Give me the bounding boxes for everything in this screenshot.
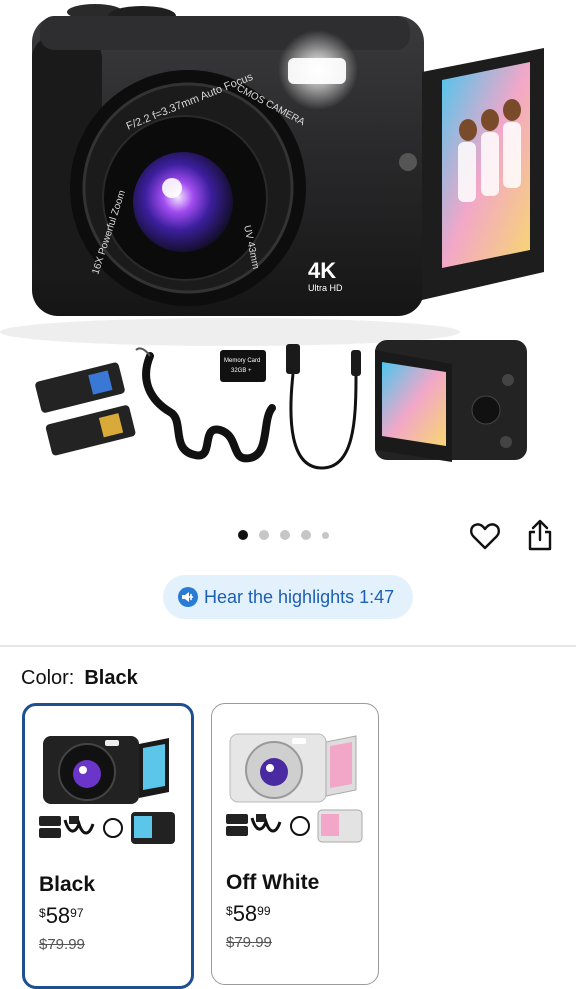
share-icon (528, 519, 552, 551)
hear-highlights-button[interactable]: Hear the highlights 1:47 (163, 575, 413, 619)
memory-card-label: Memory Card (224, 358, 260, 364)
color-option-black[interactable]: Black $5897 $79.99 (22, 703, 194, 989)
heart-icon (470, 523, 500, 550)
hear-highlights-label: Hear the highlights 1:47 (204, 586, 395, 607)
currency-symbol: $ (39, 906, 46, 920)
4k-badge: 4K (308, 258, 336, 283)
price-whole: 58 (45, 903, 71, 928)
product-image[interactable]: F/2.2 f=3.37mm Auto Focus 16X Powerful Z… (0, 0, 576, 505)
selected-color-value: Black (84, 667, 138, 689)
carousel-dot-4[interactable] (301, 530, 311, 540)
carousel-dot-3[interactable] (280, 530, 290, 540)
color-option-name: Off White (226, 871, 320, 894)
price-whole: 58 (232, 901, 258, 926)
color-option-off-white[interactable]: Off White $5899 $79.99 (211, 703, 379, 985)
list-price: $79.99 (39, 936, 85, 953)
speaker-icon (178, 587, 198, 607)
color-label: Color: (21, 667, 75, 689)
memory-card-capacity: 32GB + (231, 368, 252, 374)
favorite-button[interactable] (469, 520, 501, 552)
carousel-indicator[interactable] (238, 530, 329, 540)
ultra-hd-badge: Ultra HD (308, 283, 343, 293)
currency-symbol: $ (226, 904, 233, 918)
price-cents: 99 (257, 904, 271, 918)
color-option-off-white-thumbnail (226, 733, 363, 843)
color-selector-label: Color: Black (21, 667, 138, 690)
color-option-name: Black (39, 873, 96, 896)
carousel-dot-5[interactable] (322, 531, 329, 539)
carousel-dot-1[interactable] (238, 530, 248, 540)
section-divider (0, 645, 576, 647)
list-price: $79.99 (226, 934, 272, 951)
color-option-price: $5899 (226, 901, 271, 927)
price-cents: 97 (70, 906, 84, 920)
camera-product-illustration: F/2.2 f=3.37mm Auto Focus 16X Powerful Z… (0, 4, 544, 470)
color-option-black-thumbnail (39, 736, 175, 844)
color-option-price: $5897 (39, 903, 84, 929)
share-button[interactable] (524, 518, 556, 552)
carousel-dot-2[interactable] (259, 530, 269, 540)
